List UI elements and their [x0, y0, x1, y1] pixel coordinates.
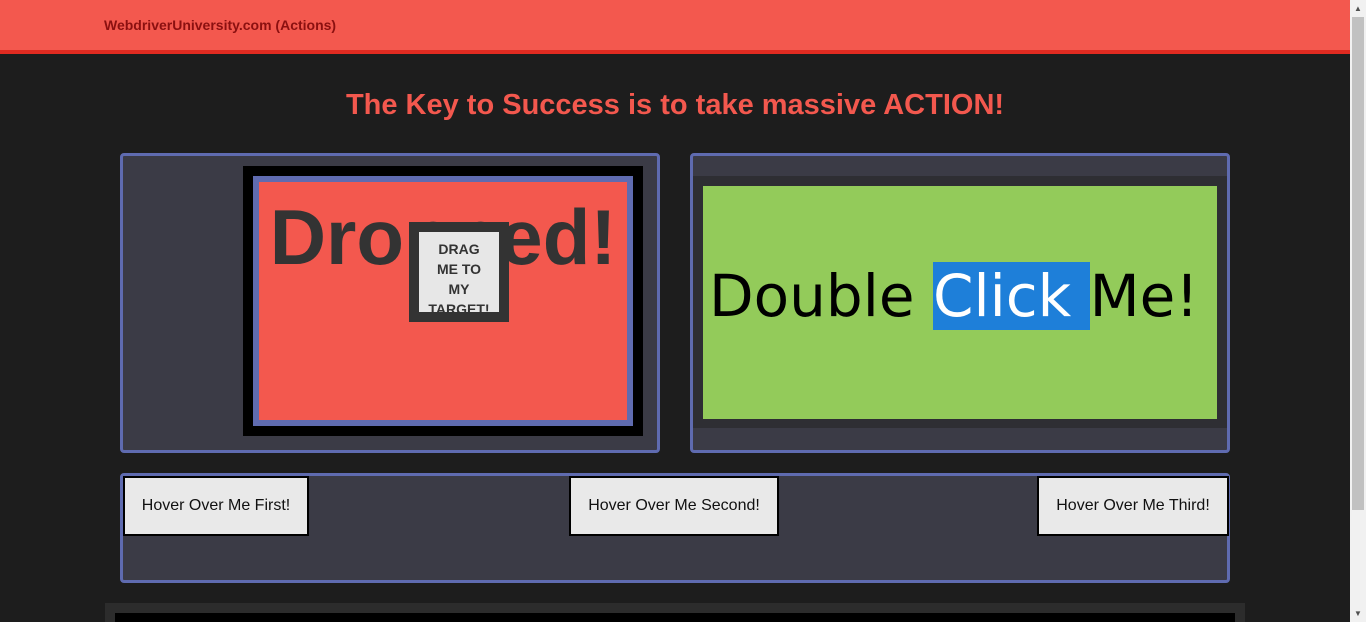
droppable-target[interactable]: Dropped! DRAG ME TO MY TARGET!	[253, 176, 633, 426]
navbar: WebdriverUniversity.com (Actions)	[0, 0, 1350, 54]
draggable-line-4: TARGET!	[428, 301, 490, 317]
click-and-hold-box[interactable]	[115, 613, 1235, 622]
page-heading: The Key to Success is to take massive AC…	[345, 89, 1005, 121]
droppable-frame: Dropped! DRAG ME TO MY TARGET!	[243, 166, 643, 436]
double-click-text-before: Double	[709, 262, 933, 330]
hover-first-button[interactable]: Hover Over Me First!	[123, 476, 309, 536]
double-click-text-after: Me!	[1089, 262, 1199, 330]
scroll-up-arrow-icon[interactable]: ▲	[1350, 0, 1366, 17]
scroll-down-arrow-icon[interactable]: ▼	[1350, 605, 1366, 622]
double-click-panel: Double Click Me!	[690, 153, 1230, 453]
double-click-text: Double Click Me!	[709, 262, 1219, 330]
drag-drop-panel: Dropped! DRAG ME TO MY TARGET!	[120, 153, 660, 453]
hover-panel: Hover Over Me First! Hover Over Me Secon…	[120, 473, 1230, 583]
brand-link[interactable]: WebdriverUniversity.com (Actions)	[104, 17, 336, 33]
hover-third-button[interactable]: Hover Over Me Third!	[1037, 476, 1229, 536]
draggable-line-2: ME TO	[436, 261, 482, 277]
scroll-thumb[interactable]	[1352, 17, 1364, 510]
hover-second-button[interactable]: Hover Over Me Second!	[569, 476, 779, 536]
draggable-line-3: MY	[448, 281, 470, 297]
double-click-text-selected: Click	[932, 262, 1090, 330]
draggable-line-1: DRAG	[438, 241, 480, 257]
page-scrollbar[interactable]: ▲ ▼	[1350, 0, 1366, 622]
draggable-box[interactable]: DRAG ME TO MY TARGET!	[409, 222, 509, 322]
click-and-hold-frame	[105, 603, 1245, 622]
double-click-box[interactable]: Double Click Me!	[703, 186, 1217, 419]
